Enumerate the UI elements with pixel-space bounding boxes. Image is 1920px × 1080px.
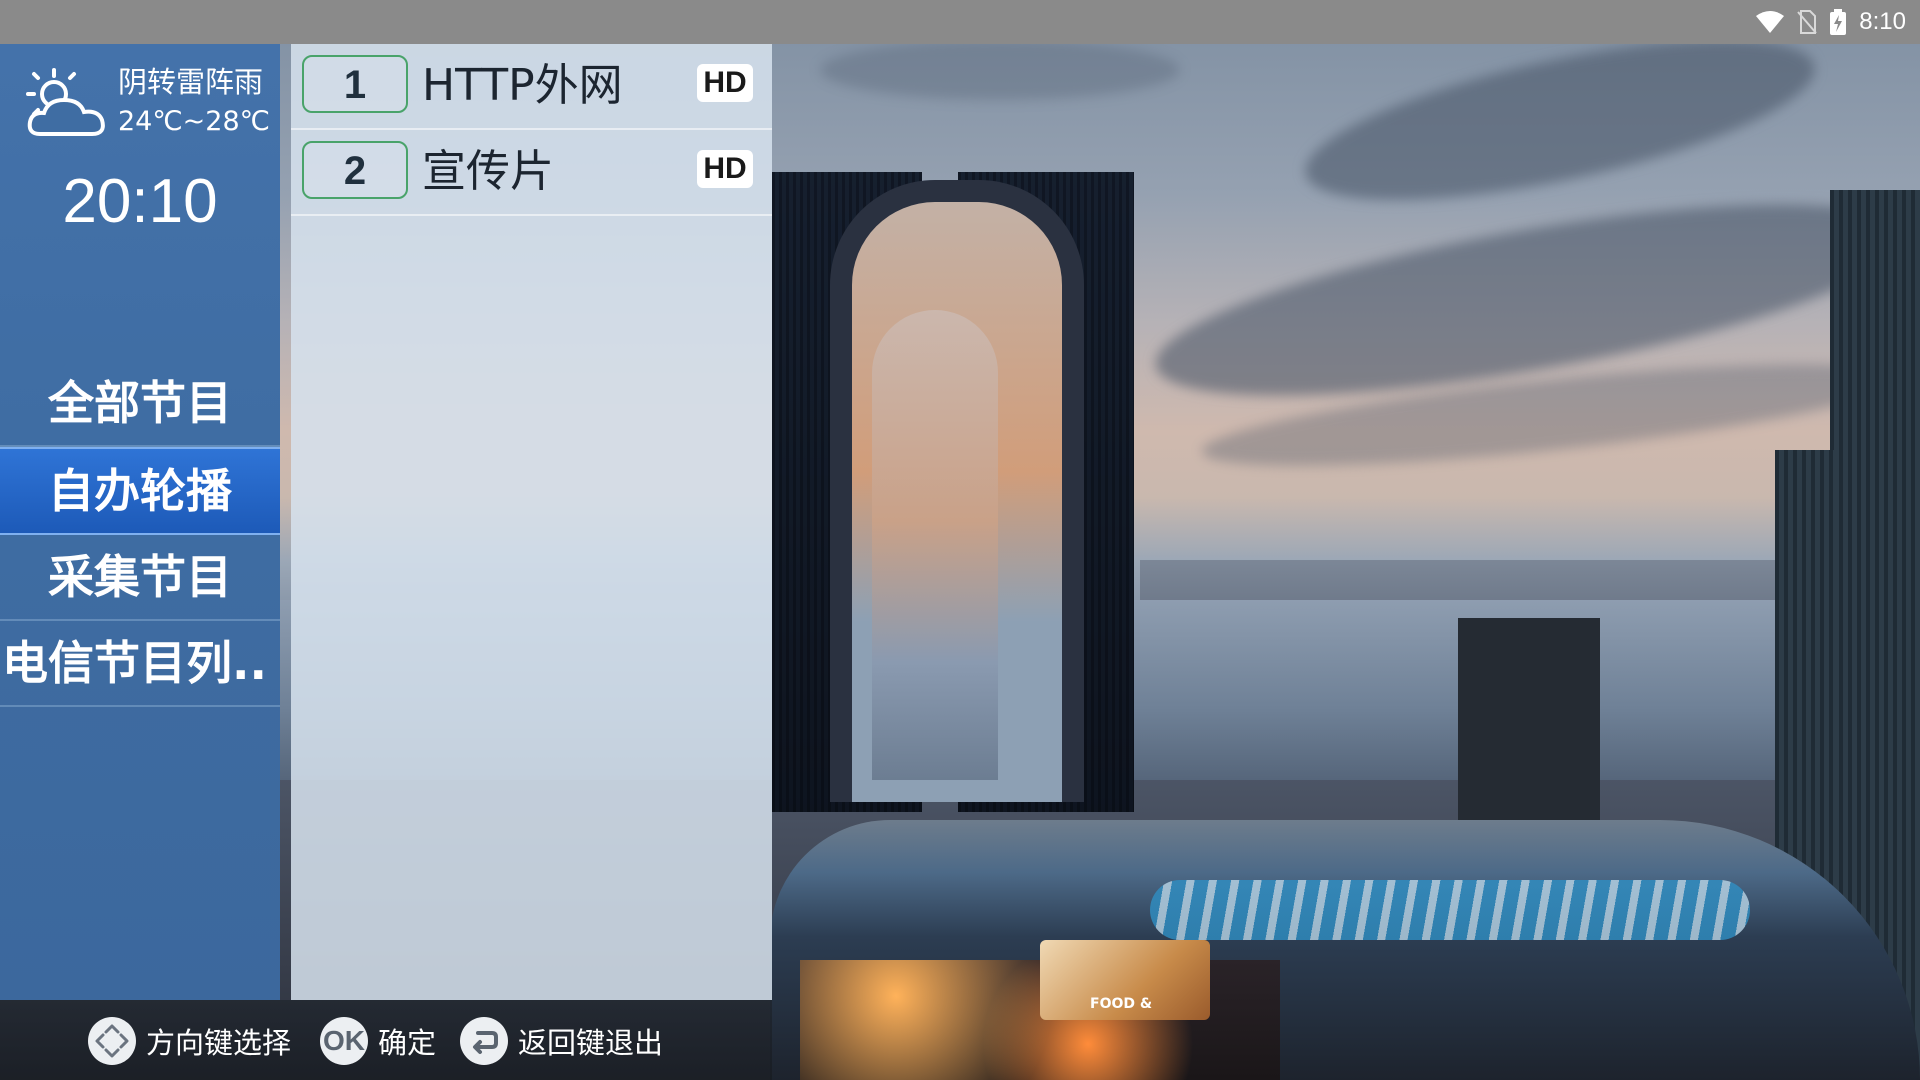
channel-name: 宣传片: [422, 146, 554, 197]
help-ok: OK 确定: [320, 1016, 436, 1066]
status-time: 8:10: [1859, 8, 1906, 35]
help-direction-label: 方向键选择: [146, 1026, 292, 1060]
help-back-label: 返回键退出: [518, 1026, 664, 1060]
help-direction: 方向键选择: [88, 1016, 291, 1066]
clock: 20:10: [62, 167, 218, 236]
menu-item-self-rotation[interactable]: 自办轮播: [0, 447, 280, 535]
weather-condition: 阴转雷阵雨: [118, 65, 264, 99]
status-bar: 8:10: [0, 0, 1920, 44]
back-icon: [460, 1017, 508, 1065]
menu-item-all-programs[interactable]: 全部节目: [0, 361, 280, 447]
video-background: FOOD &: [0, 0, 1920, 1080]
wifi-icon: [1756, 11, 1785, 33]
weather-temperature: 24℃~28℃: [118, 106, 270, 137]
channel-name: HTTP外网: [422, 60, 623, 111]
help-back: 返回键退出: [460, 1016, 663, 1066]
dpad-icon: [88, 1017, 136, 1065]
category-menu: 全部节目 自办轮播 采集节目 电信节目列..: [0, 361, 280, 707]
help-bar: 方向键选择 OK 确定 返回键退出: [0, 1000, 772, 1080]
channel-row[interactable]: 2 宣传片 HD: [291, 130, 772, 216]
cloudy-sun-weather-icon: [26, 68, 105, 136]
category-sidebar: 阴转雷阵雨 24℃~28℃ 20:10 全部节目 自办轮播 采集节目 电信节目列…: [0, 44, 280, 1000]
channel-number: 1: [302, 55, 408, 113]
hd-badge: HD: [697, 64, 753, 102]
hd-badge: HD: [697, 150, 753, 188]
help-ok-label: 确定: [378, 1026, 437, 1060]
channel-number: 2: [302, 141, 408, 199]
ok-button-icon: OK: [320, 1017, 368, 1065]
channel-row[interactable]: 1 HTTP外网 HD: [291, 44, 772, 130]
no-sim-icon: [1797, 10, 1818, 34]
billboard: FOOD &: [1040, 940, 1210, 1020]
billboard-text: FOOD &: [1090, 996, 1153, 1012]
channel-list: 1 HTTP外网 HD 2 宣传片 HD: [291, 44, 772, 1000]
battery-charging-icon: [1830, 9, 1847, 35]
menu-item-captured-programs[interactable]: 采集节目: [0, 535, 280, 621]
menu-item-telecom-programs[interactable]: 电信节目列..: [0, 621, 280, 707]
